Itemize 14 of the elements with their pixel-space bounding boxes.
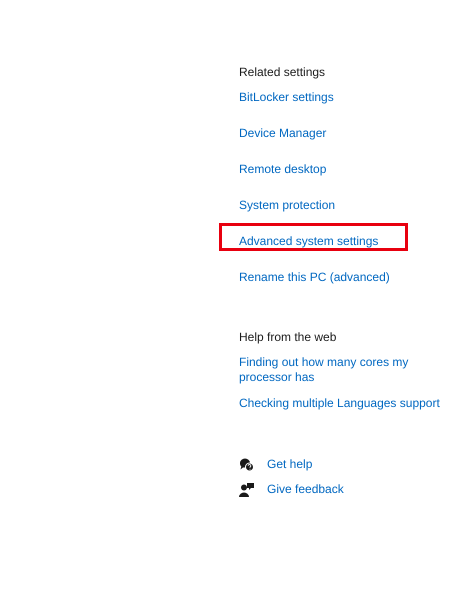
settings-link[interactable]: BitLocker settings [239,89,334,105]
feedback-person-icon [239,482,254,496]
settings-link[interactable]: Rename this PC (advanced) [239,269,390,285]
support-link[interactable]: Give feedback [267,481,344,497]
section-heading: Related settings [239,64,326,80]
help-link[interactable]: Checking multiple Languages support [239,396,459,411]
settings-link[interactable]: System protection [239,197,336,213]
support-link[interactable]: Get help [267,456,312,472]
help-link[interactable]: Finding out how many cores my processor has [239,355,424,385]
section-heading: Help from the web [239,329,336,345]
settings-link[interactable]: Remote desktop [239,161,326,177]
settings-link[interactable]: Device Manager [239,125,326,141]
help-chat-icon [239,456,254,472]
settings-link[interactable]: Advanced system settings [239,233,378,249]
